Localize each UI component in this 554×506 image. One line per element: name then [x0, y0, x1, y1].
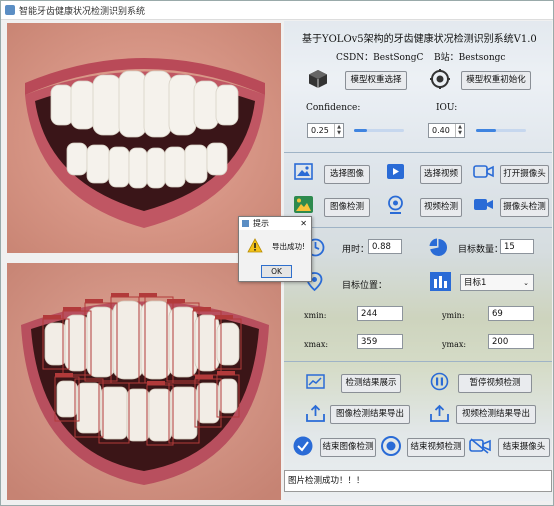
window-title: 智能牙齿健康状况检测识别系统 [19, 7, 146, 17]
end-video-button[interactable]: 结束视频检测 [407, 438, 465, 457]
detection-result-view [7, 263, 281, 500]
confidence-slider-fill [354, 129, 367, 132]
open-camera-button[interactable]: 打开摄像头 [500, 165, 549, 184]
close-icon[interactable]: ✕ [300, 217, 307, 230]
confidence-spinbox[interactable]: 0.25 ▲ ▼ [307, 123, 344, 138]
app-icon [5, 5, 15, 15]
xmax-label: xmax: [304, 340, 329, 349]
image-icon [294, 163, 313, 180]
end-camera-button[interactable]: 结束摄像头 [498, 438, 550, 457]
pause-video-button[interactable]: 暂停视频检测 [458, 374, 532, 393]
pie-chart-icon [429, 238, 448, 256]
pause-icon [430, 372, 449, 391]
xmax-field: 359 [357, 334, 403, 349]
iou-spinbox[interactable]: 0.40 ▲ ▼ [428, 123, 465, 138]
divider [284, 227, 552, 228]
camera-detect-button[interactable]: 摄像头检测 [500, 198, 549, 217]
message-dialog: 提示 ✕ 导出成功! OK [238, 216, 312, 282]
dialog-titlebar: 提示 ✕ [239, 217, 311, 230]
confidence-label: Confidence: [306, 103, 361, 113]
show-results-button[interactable]: 检测结果展示 [341, 374, 401, 393]
target-select-value: 目标1 [464, 278, 487, 288]
export-video-button[interactable]: 视频检测结果导出 [456, 405, 536, 424]
chevron-down-icon[interactable]: ⌄ [523, 275, 529, 291]
dialog-title: 提示 [253, 219, 269, 228]
divider [284, 361, 552, 362]
video-icon [387, 164, 404, 179]
bilibili-label: B站：Bestsongc [434, 53, 506, 63]
ymax-label: ymax: [442, 340, 467, 349]
spin-arrows-icon[interactable]: ▲ ▼ [455, 124, 464, 137]
app-window: 智能牙齿健康状况检测识别系统 基于YOLOv5架构的牙齿健康状况检测识别系统V1… [0, 0, 554, 506]
confidence-value: 0.25 [311, 126, 329, 135]
xmin-label: xmin: [304, 311, 327, 320]
iou-value: 0.40 [432, 126, 450, 135]
panel-title: 基于YOLOv5架构的牙齿健康状况检测识别系统V1.0 [302, 34, 537, 45]
count-label: 目标数量： [458, 245, 504, 255]
divider [284, 152, 552, 153]
webcam-icon [388, 195, 403, 214]
warning-icon [247, 238, 263, 253]
ok-button[interactable]: OK [261, 265, 292, 278]
xmin-field: 244 [357, 306, 403, 321]
export-video-icon [430, 404, 449, 422]
model-select-button[interactable]: 模型权重选择 [345, 71, 407, 90]
position-label: 目标位置： [342, 281, 388, 291]
model-init-button[interactable]: 模型权重初始化 [461, 71, 531, 90]
iou-slider[interactable] [476, 129, 526, 132]
select-image-button[interactable]: 选择图像 [324, 165, 370, 184]
csdn-label: CSDN：BestSongC [336, 53, 424, 63]
camera-off-icon [469, 438, 491, 454]
end-image-button[interactable]: 结束图像检测 [320, 438, 376, 457]
confidence-slider[interactable] [354, 129, 404, 132]
ymin-label: ymin: [442, 311, 465, 320]
iou-label: IOU: [436, 103, 458, 113]
check-circle-icon [293, 436, 313, 456]
target-settings-icon [430, 69, 450, 89]
iou-slider-fill [476, 129, 496, 132]
camera-icon [473, 165, 494, 178]
video-camera-icon [474, 199, 493, 210]
teeth-detection-photo [7, 263, 281, 500]
export-image-icon [306, 404, 325, 422]
target-select-dropdown[interactable]: 目标1 ⌄ [460, 274, 534, 291]
image-detect-button[interactable]: 图像检测 [324, 198, 370, 217]
select-video-button[interactable]: 选择视频 [420, 165, 462, 184]
spin-arrows-icon[interactable]: ▲ ▼ [334, 124, 343, 137]
video-detect-button[interactable]: 视频检测 [420, 198, 462, 217]
cube-icon [309, 70, 327, 88]
ymin-field: 69 [488, 306, 534, 321]
dialog-message: 导出成功! [272, 242, 306, 251]
time-label: 用时： [342, 245, 370, 255]
count-field: 15 [500, 239, 534, 254]
stop-record-icon [381, 436, 401, 456]
bar-chart-icon [430, 272, 451, 291]
control-panel: 基于YOLOv5架构的牙齿健康状况检测识别系统V1.0 CSDN：BestSon… [284, 21, 552, 501]
ymax-field: 200 [488, 334, 534, 349]
export-image-button[interactable]: 图像检测结果导出 [330, 405, 410, 424]
title-bar: 智能牙齿健康状况检测识别系统 [1, 1, 553, 20]
line-chart-icon [306, 374, 325, 389]
dialog-app-icon [242, 220, 249, 227]
time-field: 0.88 [368, 239, 402, 254]
status-bar: 图片检测成功！！！ [284, 470, 552, 492]
image-detect-icon [294, 196, 313, 213]
dialog-body: 导出成功! OK [239, 230, 311, 281]
